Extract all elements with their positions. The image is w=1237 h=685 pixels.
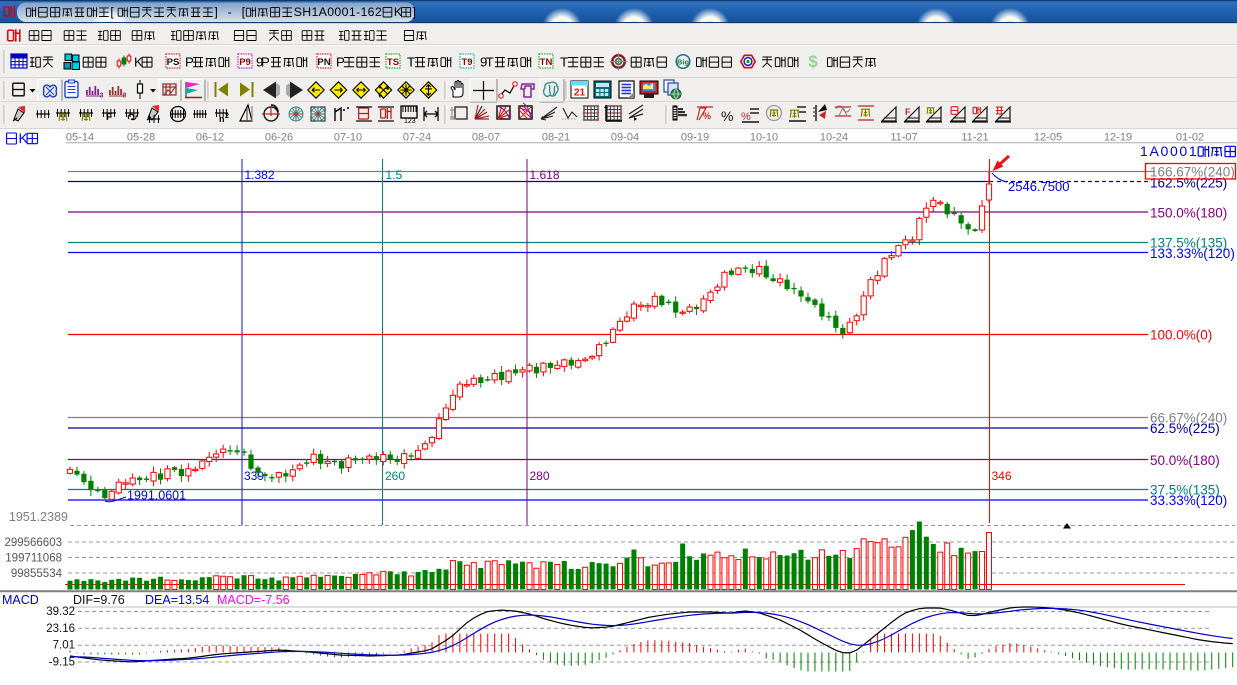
svg-text:133.33%(120): 133.33%(120) [1150,246,1235,261]
svg-text:[: [ [110,5,114,19]
svg-text:9: 9 [123,93,127,100]
svg-text:08-07: 08-07 [472,132,500,144]
svg-text:TN: TN [540,57,553,68]
svg-text:12-05: 12-05 [1034,132,1062,144]
svg-text:9T: 9T [480,55,494,70]
svg-text:07-24: 07-24 [403,132,431,144]
svg-text:TS: TS [387,57,399,68]
svg-text:1951.2389: 1951.2389 [9,510,68,524]
svg-text:P: P [185,55,194,70]
svg-text:-9.15: -9.15 [49,657,75,669]
svg-text:199711068: 199711068 [5,553,62,565]
svg-text:T: T [407,55,415,70]
svg-text:SH1A0001-162: SH1A0001-162 [294,5,382,19]
svg-text:1991.0601: 1991.0601 [127,489,186,503]
svg-text:DEA=13.54: DEA=13.54 [145,593,209,607]
svg-text:11-21: 11-21 [961,132,988,144]
svg-text:]: ] [413,5,416,19]
svg-text:100.0%(0): 100.0%(0) [1150,328,1212,343]
svg-text:2: 2 [225,113,229,120]
svg-text:99855534: 99855534 [11,568,63,580]
svg-text:%: % [703,111,711,121]
svg-text:Big: Big [677,58,690,67]
svg-text:06-12: 06-12 [196,132,224,144]
svg-text:MACD=-7.56: MACD=-7.56 [217,593,290,607]
svg-text:T9: T9 [461,57,472,68]
svg-text:08-21: 08-21 [542,132,570,144]
svg-text:11-07: 11-07 [890,132,917,144]
svg-text:3: 3 [100,93,104,100]
svg-text:21: 21 [574,88,586,99]
svg-text:DIF=9.76: DIF=9.76 [73,593,125,607]
svg-text:PS: PS [167,57,180,68]
svg-text:PN: PN [317,57,330,68]
svg-text:01-02: 01-02 [1176,132,1204,144]
svg-text:12-19: 12-19 [1104,132,1132,144]
svg-text:F: F [106,112,112,123]
svg-text:280: 280 [530,469,550,483]
svg-text:10-24: 10-24 [820,132,848,144]
svg-text:123: 123 [404,118,416,125]
svg-text:P: P [336,55,345,70]
svg-text:1.618: 1.618 [530,168,560,182]
svg-text:05-28: 05-28 [127,132,155,144]
svg-text:09-19: 09-19 [681,132,709,144]
svg-text:260: 260 [385,469,405,483]
svg-text:9P: 9P [256,55,270,70]
svg-text:%: % [741,111,751,123]
svg-text:7.01: 7.01 [53,640,75,652]
svg-text:$: $ [808,52,818,71]
svg-text:339: 339 [244,469,264,483]
svg-text:MACD: MACD [2,593,39,607]
svg-text:07-10: 07-10 [334,132,362,144]
svg-text:1.5: 1.5 [386,168,403,182]
svg-text:06-26: 06-26 [265,132,293,144]
svg-text:150.0%(180): 150.0%(180) [1150,206,1227,221]
svg-text:162.5%(225): 162.5%(225) [1150,176,1227,191]
svg-text:299566603: 299566603 [4,537,62,549]
svg-text:P9: P9 [239,57,251,68]
svg-text:05-14: 05-14 [66,132,94,144]
svg-text:1.382: 1.382 [245,168,275,182]
svg-text:10-10: 10-10 [750,132,778,144]
svg-text:39.32: 39.32 [46,606,75,618]
svg-text:346: 346 [992,469,1012,483]
svg-text:50.0%(180): 50.0%(180) [1150,453,1220,468]
svg-text:T: T [560,55,568,70]
svg-text:n: n [219,114,225,124]
svg-text:2546.7500: 2546.7500 [1008,179,1069,194]
svg-text:62.5%(225): 62.5%(225) [1150,421,1220,436]
svg-text:33.33%(120): 33.33%(120) [1150,493,1227,508]
svg-text:F: F [905,107,911,117]
svg-text:09-04: 09-04 [611,132,639,144]
svg-text:%: % [721,108,733,124]
svg-text:23.16: 23.16 [46,623,75,635]
